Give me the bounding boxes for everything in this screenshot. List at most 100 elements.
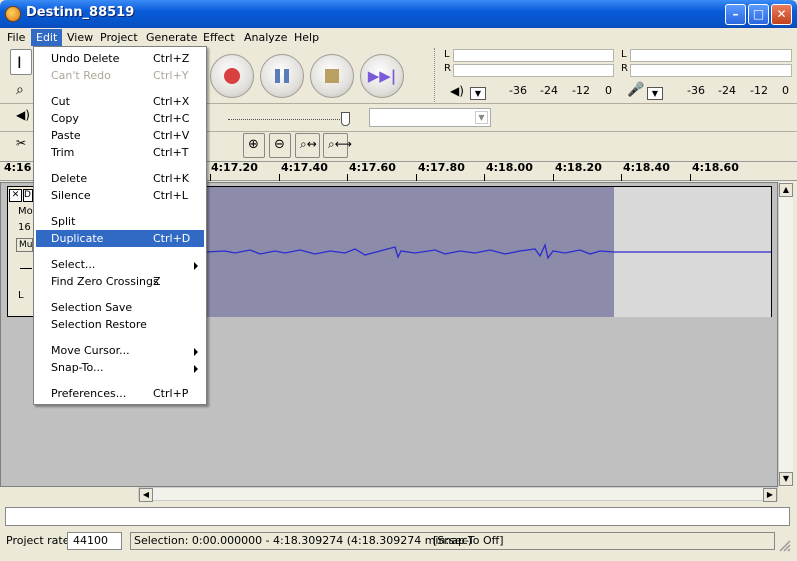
window-title: Destinn_88519 — [26, 5, 135, 20]
rec-meter-r: R — [621, 63, 628, 74]
menu-item-shortcut: Ctrl+P — [153, 387, 189, 400]
record-button[interactable] — [210, 54, 254, 98]
ruler-tick: 4:18.00 — [486, 161, 533, 174]
menu-item-shortcut: Ctrl+Z — [153, 52, 190, 65]
toolbar-grip[interactable] — [434, 48, 441, 102]
menu-item-shortcut: Ctrl+D — [153, 232, 191, 245]
menu-item-preferences[interactable]: Preferences... Ctrl+P — [36, 385, 204, 402]
menu-item-snap-to[interactable]: Snap-To... — [36, 359, 204, 376]
menu-item-paste[interactable]: Paste Ctrl+V — [36, 127, 204, 144]
menu-generate[interactable]: Generate — [141, 29, 202, 46]
track-close-icon[interactable]: ✕ — [9, 189, 22, 202]
ruler-tick: 4:17.80 — [418, 161, 465, 174]
menu-item-label: Delete — [51, 172, 88, 185]
menu-item-selection-save[interactable]: Selection Save — [36, 299, 204, 316]
menu-file[interactable]: File — [2, 29, 30, 46]
menu-separator — [37, 294, 203, 295]
menu-separator — [37, 208, 203, 209]
selection-status: Selection: 0:00.000000 - 4:18.309274 (4:… — [130, 532, 775, 550]
track-info-channels: Mo — [18, 206, 33, 217]
stop-button[interactable] — [310, 54, 354, 98]
menu-item-label: Paste — [51, 129, 81, 142]
input-volume-slider-track — [228, 119, 346, 120]
menu-edit[interactable]: Edit — [31, 29, 63, 46]
fit-project-icon[interactable]: ⌕⟷ — [323, 133, 352, 158]
menu-analyze[interactable]: Analyze — [239, 29, 292, 46]
ruler-mark — [347, 174, 348, 181]
title-bar: Destinn_88519 – □ ✕ — [0, 0, 797, 28]
resize-grip-icon[interactable] — [777, 538, 791, 552]
menu-project[interactable]: Project — [95, 29, 143, 46]
vertical-scrollbar[interactable] — [778, 182, 793, 487]
play-meter-right-bar — [453, 64, 614, 77]
menu-item-select[interactable]: Select... — [36, 256, 204, 273]
menu-item-label: Move Cursor... — [51, 344, 130, 357]
microphone-icon: 🎤 — [627, 82, 645, 98]
menu-item-cut[interactable]: Cut Ctrl+X — [36, 93, 204, 110]
input-source-select[interactable]: ▼ — [369, 108, 491, 127]
menu-item-delete[interactable]: Delete Ctrl+K — [36, 170, 204, 187]
skip-end-button[interactable]: ▶▶| — [360, 54, 404, 98]
ruler-mark — [484, 174, 485, 181]
play-meter-dropdown-icon[interactable]: ▼ — [470, 87, 486, 100]
menu-item-copy[interactable]: Copy Ctrl+C — [36, 110, 204, 127]
play-scale-0: 0 — [605, 84, 612, 97]
ruler-mark — [416, 174, 417, 181]
waveform — [205, 242, 771, 260]
zoom-tool-icon[interactable]: ⌕ — [16, 82, 24, 98]
input-volume-slider-thumb[interactable] — [341, 112, 350, 126]
status-area — [5, 507, 790, 526]
menu-view[interactable]: View — [62, 29, 98, 46]
mute-button[interactable]: Mu — [16, 238, 33, 252]
menu-item-selection-restore[interactable]: Selection Restore — [36, 316, 204, 333]
scroll-left-icon[interactable]: ◀ — [139, 488, 153, 502]
submenu-arrow-icon — [194, 262, 198, 270]
fit-selection-icon[interactable]: ⌕↔ — [295, 133, 320, 158]
menu-item-duplicate[interactable]: Duplicate Ctrl+D — [36, 230, 204, 247]
ruler-mark — [621, 174, 622, 181]
rec-meter-dropdown-icon[interactable]: ▼ — [647, 87, 663, 100]
play-scale-24: -24 — [540, 84, 558, 97]
menu-separator — [37, 337, 203, 338]
selection-tool-icon[interactable]: I — [10, 49, 32, 75]
rec-meter-l: L — [621, 49, 627, 60]
rec-meter-right-bar — [630, 64, 792, 77]
menu-item-move-cursor[interactable]: Move Cursor... — [36, 342, 204, 359]
zoom-out-icon[interactable]: ⊖ — [269, 133, 291, 158]
ruler-mark — [690, 174, 691, 181]
menu-separator — [37, 165, 203, 166]
scroll-right-icon[interactable]: ▶ — [763, 488, 777, 502]
scroll-down-icon[interactable]: ▼ — [779, 472, 793, 486]
close-button[interactable]: ✕ — [771, 4, 792, 25]
gain-slider[interactable] — [20, 268, 32, 269]
menu-item-label: Can't Redo — [51, 69, 111, 82]
menu-item-trim[interactable]: Trim Ctrl+T — [36, 144, 204, 161]
minimize-button[interactable]: – — [725, 4, 746, 25]
track-name-button[interactable]: D — [23, 189, 33, 202]
audacity-icon — [5, 6, 21, 22]
cut-tool-icon[interactable]: ✂ — [16, 136, 26, 150]
menu-item-redo[interactable]: Can't Redo Ctrl+Y — [36, 67, 204, 84]
pause-button[interactable] — [260, 54, 304, 98]
menu-item-split[interactable]: Split — [36, 213, 204, 230]
pan-left-label: L — [18, 290, 24, 301]
zoom-in-icon[interactable]: ⊕ — [243, 133, 265, 158]
maximize-button[interactable]: □ — [748, 4, 769, 25]
scroll-up-icon[interactable]: ▲ — [779, 183, 793, 197]
menu-item-shortcut: Ctrl+T — [153, 146, 189, 159]
menu-item-label: Snap-To... — [51, 361, 104, 374]
menu-item-label: Copy — [51, 112, 79, 125]
menu-item-silence[interactable]: Silence Ctrl+L — [36, 187, 204, 204]
ruler-tick: 4:16 — [4, 161, 32, 174]
rec-scale-24: -24 — [718, 84, 736, 97]
ruler-mark — [210, 174, 211, 181]
rec-scale-0: 0 — [782, 84, 789, 97]
menu-item-undo[interactable]: Undo Delete Ctrl+Z — [36, 50, 204, 67]
menu-effect[interactable]: Effect — [198, 29, 240, 46]
project-rate-field[interactable]: 44100 — [67, 532, 122, 550]
track-info-bitdepth: 16 — [18, 222, 31, 233]
menu-help[interactable]: Help — [289, 29, 324, 46]
horizontal-scrollbar[interactable] — [138, 487, 778, 501]
menu-item-find-zero-crossings[interactable]: Find Zero Crossings Z — [36, 273, 204, 290]
menu-item-label: Select... — [51, 258, 96, 271]
